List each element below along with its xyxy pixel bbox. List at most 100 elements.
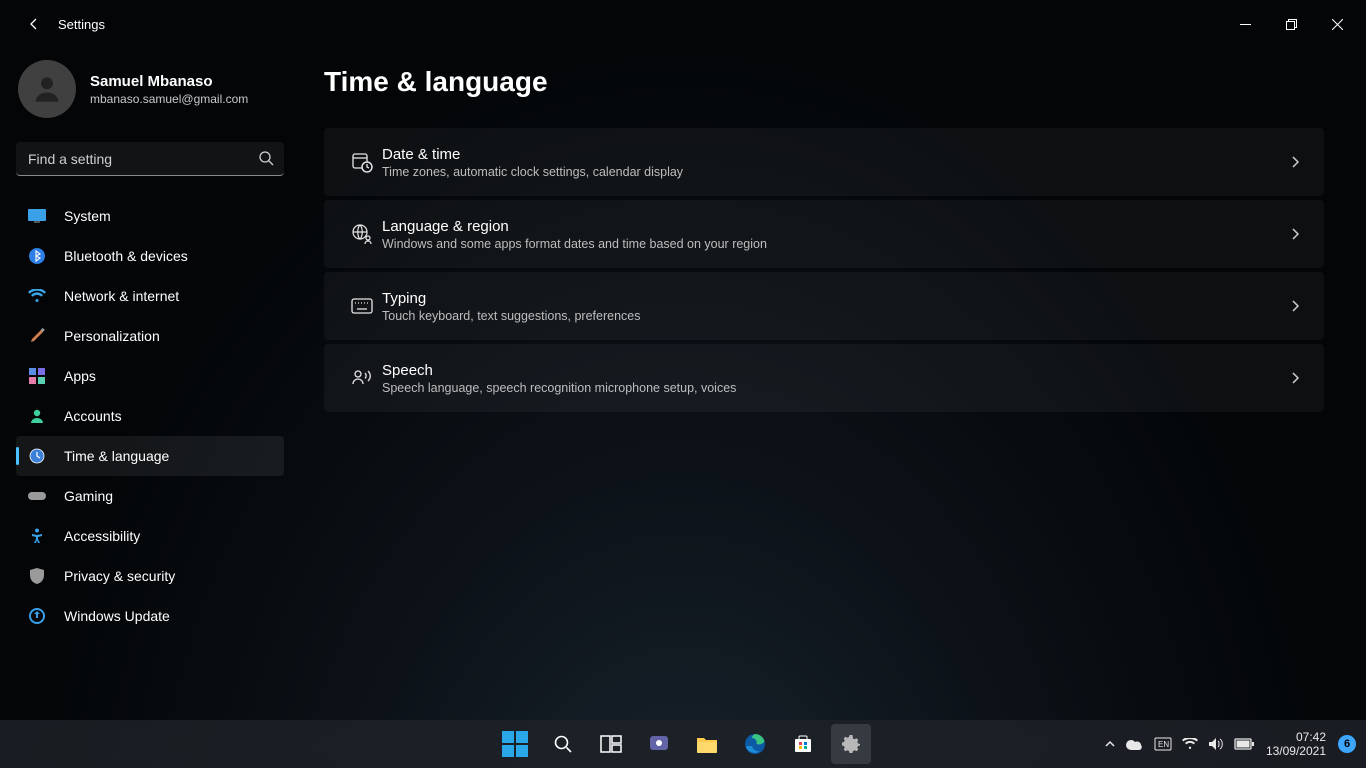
taskbar-clock[interactable]: 07:42 13/09/2021: [1266, 730, 1326, 759]
taskview-icon: [600, 735, 622, 753]
card-subtitle: Speech language, speech recognition micr…: [382, 381, 1288, 395]
store-icon: [793, 734, 813, 754]
card-subtitle: Windows and some apps format dates and t…: [382, 237, 1288, 251]
gear-icon: [840, 733, 862, 755]
user-name: Samuel Mbanaso: [90, 73, 248, 90]
chevron-right-icon: [1288, 155, 1302, 169]
nav-privacy[interactable]: Privacy & security: [16, 556, 284, 596]
battery-icon: [1234, 738, 1254, 750]
wifi-icon: [28, 289, 46, 303]
nav: System Bluetooth & devices Network & int…: [16, 196, 300, 636]
card-title: Date & time: [382, 146, 1288, 163]
brush-icon: [28, 328, 46, 344]
shield-icon: [28, 568, 46, 584]
chat-icon: [648, 733, 670, 755]
nav-accessibility[interactable]: Accessibility: [16, 516, 284, 556]
taskbar-center: [495, 724, 871, 764]
card-date-time[interactable]: Date & time Time zones, automatic clock …: [324, 128, 1324, 196]
volume-icon: [1208, 737, 1224, 751]
nav-accounts[interactable]: Accounts: [16, 396, 284, 436]
nav-label: Time & language: [64, 448, 169, 464]
svg-text:EN: EN: [1158, 740, 1169, 749]
taskbar-taskview[interactable]: [591, 724, 631, 764]
onedrive-icon: [1126, 738, 1144, 750]
minimize-button[interactable]: [1222, 8, 1268, 40]
clock-time: 07:42: [1266, 730, 1326, 744]
nav-apps[interactable]: Apps: [16, 356, 284, 396]
card-typing[interactable]: Typing Touch keyboard, text suggestions,…: [324, 272, 1324, 340]
avatar: [18, 60, 76, 118]
titlebar: Settings: [0, 0, 1366, 48]
nav-gaming[interactable]: Gaming: [16, 476, 284, 516]
nav-label: Bluetooth & devices: [64, 248, 188, 264]
card-title: Typing: [382, 290, 1288, 307]
search-wrap: [16, 142, 284, 176]
taskbar-explorer[interactable]: [687, 724, 727, 764]
bluetooth-icon: [28, 248, 46, 264]
search-icon: [553, 734, 573, 754]
notification-badge[interactable]: 6: [1338, 735, 1356, 753]
windows-icon: [502, 731, 528, 757]
taskbar-store[interactable]: [783, 724, 823, 764]
close-icon: [1332, 19, 1343, 30]
card-speech[interactable]: Speech Speech language, speech recogniti…: [324, 344, 1324, 412]
nav-network[interactable]: Network & internet: [16, 276, 284, 316]
nav-label: System: [64, 208, 111, 224]
update-icon: [28, 608, 46, 624]
taskbar-settings[interactable]: [831, 724, 871, 764]
window-controls: [1222, 8, 1360, 40]
main-content: Time & language Date & time Time zones, …: [300, 48, 1366, 720]
maximize-icon: [1286, 19, 1297, 30]
minimize-icon: [1240, 19, 1251, 30]
start-button[interactable]: [495, 724, 535, 764]
taskbar-search[interactable]: [543, 724, 583, 764]
nav-time-language[interactable]: Time & language: [16, 436, 284, 476]
nav-label: Apps: [64, 368, 96, 384]
nav-label: Network & internet: [64, 288, 179, 304]
chevron-right-icon: [1288, 227, 1302, 241]
back-button[interactable]: [18, 8, 50, 40]
taskbar-chat[interactable]: [639, 724, 679, 764]
chevron-up-icon: [1104, 738, 1116, 750]
nav-windows-update[interactable]: Windows Update: [16, 596, 284, 636]
person-icon: [30, 72, 64, 106]
gamepad-icon: [28, 490, 46, 502]
wifi-tray-icon: [1182, 738, 1198, 750]
chevron-right-icon: [1288, 371, 1302, 385]
calendar-clock-icon: [342, 151, 382, 173]
close-button[interactable]: [1314, 8, 1360, 40]
card-title: Language & region: [382, 218, 1288, 235]
card-subtitle: Time zones, automatic clock settings, ca…: [382, 165, 1288, 179]
app-title: Settings: [58, 17, 105, 32]
page-title: Time & language: [324, 66, 1324, 98]
keyboard-icon: [342, 298, 382, 314]
globe-person-icon: [342, 223, 382, 245]
nav-personalization[interactable]: Personalization: [16, 316, 284, 356]
edge-icon: [744, 733, 766, 755]
clock-globe-icon: [28, 448, 46, 464]
taskbar-right: EN 07:42 13/09/2021 6: [1104, 730, 1366, 759]
user-block[interactable]: Samuel Mbanaso mbanaso.samuel@gmail.com: [16, 56, 300, 136]
clock-date: 13/09/2021: [1266, 744, 1326, 758]
language-tray-icon: EN: [1154, 737, 1172, 751]
speech-icon: [342, 367, 382, 389]
chevron-right-icon: [1288, 299, 1302, 313]
arrow-left-icon: [26, 16, 42, 32]
nav-label: Accessibility: [64, 528, 140, 544]
person-icon: [28, 408, 46, 424]
maximize-button[interactable]: [1268, 8, 1314, 40]
accessibility-icon: [28, 528, 46, 544]
taskbar-edge[interactable]: [735, 724, 775, 764]
monitor-icon: [28, 209, 46, 223]
user-email: mbanaso.samuel@gmail.com: [90, 92, 248, 106]
apps-icon: [28, 368, 46, 384]
search-input[interactable]: [16, 142, 284, 176]
card-title: Speech: [382, 362, 1288, 379]
search-icon: [258, 150, 274, 166]
folder-icon: [696, 735, 718, 753]
card-language-region[interactable]: Language & region Windows and some apps …: [324, 200, 1324, 268]
system-tray[interactable]: EN: [1104, 737, 1254, 751]
nav-bluetooth[interactable]: Bluetooth & devices: [16, 236, 284, 276]
taskbar: EN 07:42 13/09/2021 6: [0, 720, 1366, 768]
nav-system[interactable]: System: [16, 196, 284, 236]
